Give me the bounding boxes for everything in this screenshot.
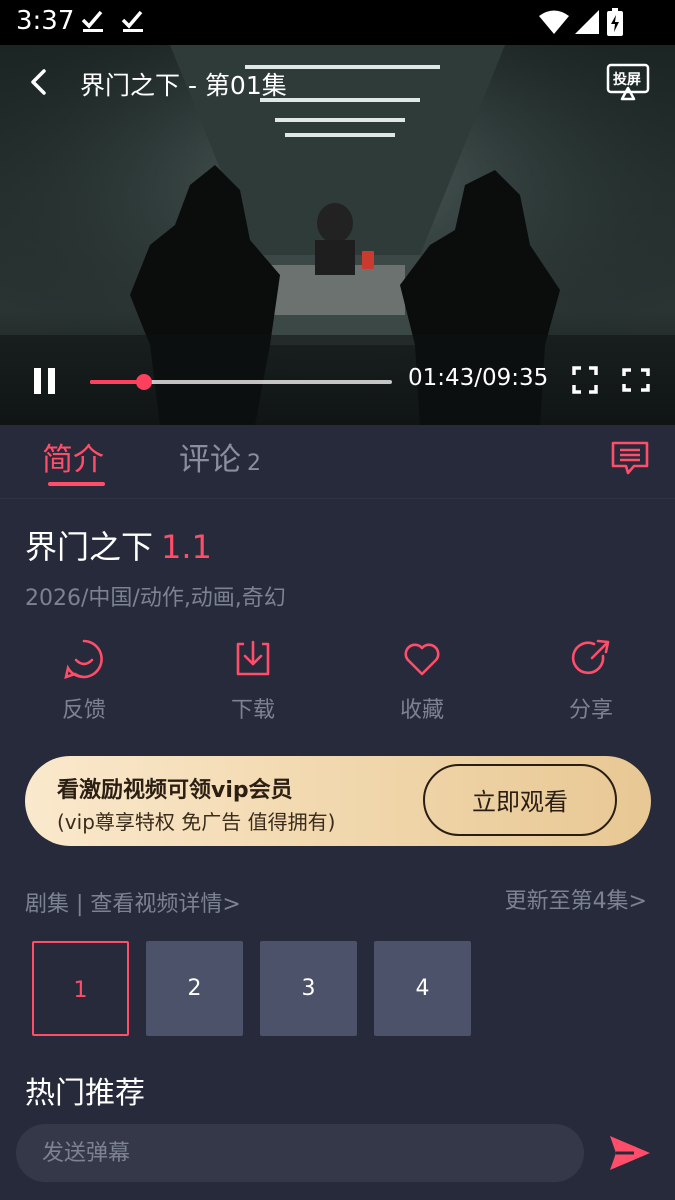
episode-button-1[interactable]: 1 <box>32 941 129 1036</box>
cast-button[interactable]: 投屏 <box>606 63 650 101</box>
feedback-button[interactable]: 反馈 <box>19 638 149 724</box>
episode-button-4[interactable]: 4 <box>374 941 471 1036</box>
time-readout: 01:43/09:35 <box>408 365 549 391</box>
back-arrow-icon[interactable] <box>24 67 54 97</box>
favorite-button[interactable]: 收藏 <box>357 638 487 724</box>
download-done-icon <box>81 10 103 32</box>
watch-now-button[interactable]: 立即观看 <box>423 764 617 836</box>
crop-corners-icon[interactable] <box>572 366 598 394</box>
pause-icon[interactable] <box>32 367 58 395</box>
signal-icon <box>575 10 599 34</box>
danmaku-message-icon[interactable] <box>610 440 650 476</box>
tab-intro[interactable]: 简介 <box>42 434 104 479</box>
heart-icon <box>404 643 440 676</box>
vip-banner[interactable]: 看激励视频可领vip会员 (vip尊享特权 免广告 值得拥有) 立即观看 <box>25 756 651 846</box>
share-button[interactable]: 分享 <box>526 638 656 724</box>
send-icon[interactable] <box>608 1133 652 1173</box>
episode-button-2[interactable]: 2 <box>146 941 243 1036</box>
movie-title: 界门之下 <box>25 528 154 566</box>
action-label-share: 分享 <box>568 698 613 723</box>
action-label-download: 下载 <box>230 698 275 723</box>
wifi-icon <box>539 10 569 34</box>
episode-update-link[interactable]: 更新至第4集> <box>505 883 647 915</box>
video-player[interactable]: 界门之下 - 第01集 投屏 01:43/09:35 <box>0 45 675 425</box>
share-icon <box>571 639 610 675</box>
smile-icon <box>64 639 103 679</box>
episode-button-3[interactable]: 3 <box>260 941 357 1036</box>
movie-title-row: 界门之下 1.1 <box>25 522 212 568</box>
download-done-icon <box>121 10 143 32</box>
tab-active-indicator <box>48 482 105 486</box>
action-label-feedback: 反馈 <box>61 698 106 723</box>
movie-meta: 2026/中国/动作,动画,奇幻 <box>25 586 286 611</box>
fullscreen-icon[interactable] <box>622 368 650 392</box>
progress-bar[interactable] <box>90 374 392 390</box>
movie-score: 1.1 <box>161 528 212 566</box>
tab-comments-label: 评论 <box>179 442 241 478</box>
hot-recommend-title: 热门推荐 <box>25 1076 145 1111</box>
episode-details-link[interactable]: 剧集 | 查看视频详情> <box>25 886 241 918</box>
download-button[interactable]: 下载 <box>188 638 318 724</box>
vip-subtitle: (vip尊享特权 免广告 值得拥有) <box>57 810 336 834</box>
tab-comments-count: 2 <box>247 451 261 476</box>
danmaku-input[interactable] <box>16 1124 584 1182</box>
video-title: 界门之下 - 第01集 <box>80 71 287 100</box>
vip-title: 看激励视频可领vip会员 <box>57 778 293 803</box>
status-time: 3:37 <box>16 6 75 36</box>
status-bar: 3:37 <box>0 0 675 45</box>
tab-comments[interactable]: 评论 2 <box>179 434 261 479</box>
download-icon <box>236 640 270 676</box>
battery-charging-icon <box>607 8 623 36</box>
cast-label: 投屏 <box>613 72 641 88</box>
action-label-favorite: 收藏 <box>399 698 444 723</box>
